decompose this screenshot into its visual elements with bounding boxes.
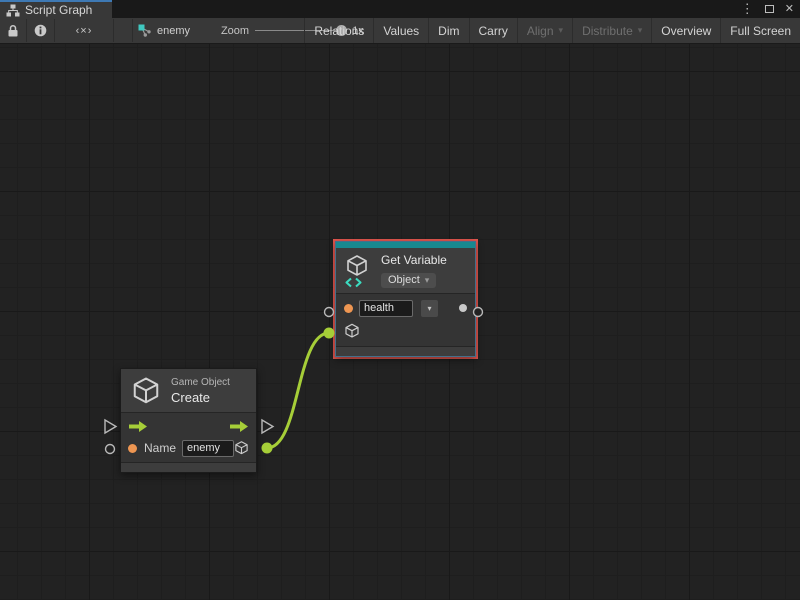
window-maximize-icon[interactable]	[765, 5, 774, 13]
node-footer	[336, 346, 475, 356]
window-tab-bar: Script Graph ⋮ ✕	[0, 0, 800, 18]
values-label: Values	[383, 24, 419, 38]
code-view-button[interactable]: ‹×›	[55, 18, 113, 43]
chevron-down-icon: ▾	[638, 25, 643, 36]
getvar-value-output-port[interactable]	[474, 308, 483, 317]
variable-icon	[344, 254, 372, 288]
carry-label: Carry	[479, 24, 508, 38]
variable-scope-dropdown[interactable]: Object ▾	[381, 273, 436, 288]
relations-button[interactable]: Relations	[304, 18, 373, 43]
tab-title: Script Graph	[25, 3, 92, 17]
variable-name-row: ▾	[344, 298, 467, 318]
fullscreen-label: Full Screen	[730, 24, 791, 38]
lock-icon	[7, 24, 19, 37]
getvar-object-input-port-connected[interactable]	[324, 328, 335, 339]
string-port-icon[interactable]	[128, 444, 137, 453]
node-footer	[121, 462, 256, 472]
chevron-down-icon: ▾	[425, 275, 430, 286]
overview-label: Overview	[661, 24, 711, 38]
name-port-label: Name	[144, 441, 176, 455]
control-flow-row	[121, 415, 256, 437]
chevron-down-icon: ▾	[427, 304, 431, 313]
distribute-label: Distribute	[582, 24, 633, 38]
align-button: Align ▾	[517, 18, 572, 43]
relations-label: Relations	[314, 24, 364, 38]
values-button[interactable]: Values	[373, 18, 428, 43]
getvar-name-input-port[interactable]	[325, 308, 334, 317]
game-object-output-icon[interactable]	[234, 440, 249, 456]
breadcrumb[interactable]: enemy	[138, 18, 210, 43]
create-node-header[interactable]: Game Object Create	[121, 369, 256, 413]
lock-button[interactable]	[0, 18, 26, 43]
flow-output-arrow-icon[interactable]	[229, 420, 249, 433]
node-get-variable[interactable]: Get Variable Object ▾ ▾	[335, 241, 476, 357]
create-gameobject-output-port-connected[interactable]	[262, 443, 273, 454]
object-port-row	[344, 320, 467, 342]
chevron-down-icon: ▾	[559, 25, 564, 36]
distribute-button: Distribute ▾	[572, 18, 651, 43]
window-close-icon[interactable]: ✕	[785, 0, 794, 18]
dim-label: Dim	[438, 24, 459, 38]
string-port-icon[interactable]	[344, 304, 353, 313]
code-brackets-icon	[344, 276, 363, 289]
graph-canvas[interactable]: Game Object Create Name	[0, 44, 800, 600]
getvar-node-header[interactable]: Get Variable Object ▾	[336, 248, 475, 294]
graph-toolbar: ‹×› enemy Zoom 1x Relations Values Dim C…	[0, 18, 800, 44]
fullscreen-button[interactable]: Full Screen	[720, 18, 800, 43]
dim-button[interactable]: Dim	[428, 18, 468, 43]
carry-button[interactable]: Carry	[469, 18, 517, 43]
node-title: Get Variable	[381, 253, 447, 267]
info-icon	[34, 24, 47, 37]
info-button[interactable]	[27, 18, 54, 43]
variable-name-input[interactable]	[359, 300, 413, 317]
overview-button[interactable]: Overview	[651, 18, 720, 43]
variable-picker-dropdown[interactable]: ▾	[421, 300, 438, 317]
hierarchy-icon	[6, 4, 20, 17]
node-title: Create	[171, 390, 230, 405]
node-category: Game Object	[171, 377, 230, 388]
game-object-cube-icon	[131, 376, 161, 406]
value-output-port-icon[interactable]	[459, 304, 467, 312]
variable-scope-value: Object	[388, 274, 420, 286]
cube-icon	[345, 254, 369, 278]
zoom-label: Zoom	[218, 18, 252, 43]
name-value-input[interactable]	[182, 440, 234, 457]
graph-icon	[138, 24, 151, 37]
breadcrumb-graph-name: enemy	[157, 25, 190, 37]
tab-script-graph[interactable]: Script Graph	[0, 0, 112, 18]
flow-input-arrow-icon[interactable]	[128, 420, 148, 433]
name-input-row: Name	[121, 437, 256, 459]
object-port-icon[interactable]	[344, 323, 360, 339]
window-menu-icon[interactable]: ⋮	[741, 0, 754, 18]
node-game-object-create[interactable]: Game Object Create Name	[120, 368, 257, 473]
create-name-input-port[interactable]	[106, 445, 115, 454]
code-icon: ‹×›	[76, 25, 93, 37]
align-label: Align	[527, 24, 554, 38]
selection-outline: Get Variable Object ▾ ▾	[333, 239, 478, 359]
